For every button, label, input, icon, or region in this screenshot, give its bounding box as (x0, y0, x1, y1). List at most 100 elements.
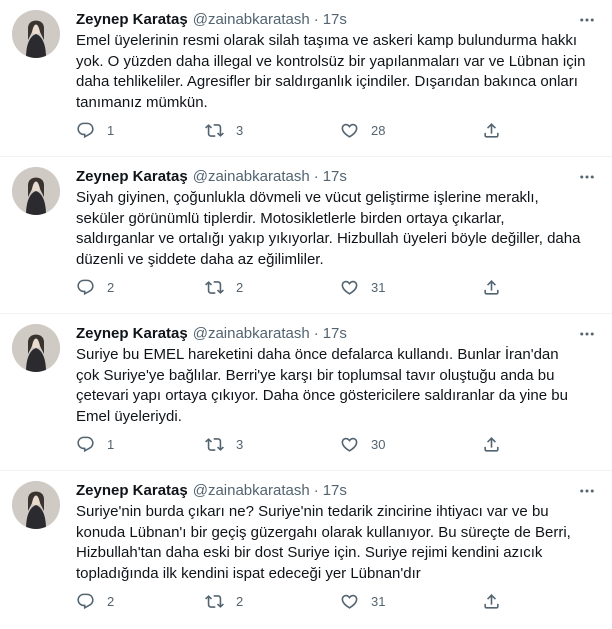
reply-button[interactable]: 1 (76, 118, 114, 142)
tweet-time[interactable]: 17s (323, 482, 347, 499)
tweet-actions: 2 2 31 (70, 589, 510, 613)
tweet-text-line: yok. O yüzden daha illegal ve kontrolsüz… (76, 52, 586, 70)
tweet-text-line: çetevari yapı ortaya çıkıyor. Daha önce … (76, 387, 568, 404)
share-upload-icon (484, 122, 499, 138)
like-button[interactable]: 31 (340, 275, 385, 299)
tweet-time[interactable]: 17s (323, 325, 347, 342)
like-count: 30 (371, 436, 386, 452)
tweet-text-line: düzenli ve şiddete daha az eğilimliler. (76, 250, 324, 268)
tweet-text-line: konuda Lübnan'ı bir geçiş güzergahı olar… (76, 523, 571, 541)
share-button[interactable] (482, 275, 501, 299)
avatar[interactable] (12, 324, 60, 372)
tweet-time[interactable]: 17s (323, 168, 347, 185)
tweet-text-line: Hizbullah'tan daha eski bir dost Suriye … (76, 544, 543, 561)
tweet-text-line: topladığında ilk kendini ispat edeceği y… (76, 564, 421, 582)
tweet-text-line: Suriye'nin burda çıkarı ne? Suriye'nin t… (76, 503, 549, 520)
more-dots-icon[interactable] (576, 167, 598, 187)
retweet-arrows-icon (205, 437, 224, 451)
tweet-text-line: daha tehlikeliler. Agresifler bir saldır… (76, 73, 578, 90)
reply-count: 1 (107, 122, 115, 138)
tweet[interactable]: Zeynep Karataş @zainabkaratash · 17s Sur… (0, 314, 612, 471)
tweet-text-line: çok Suriye'ye bağlılar. Berri'ye karşı b… (76, 366, 555, 384)
reply-count: 1 (107, 436, 115, 452)
reply-bubble-icon (77, 122, 94, 138)
avatar[interactable] (12, 167, 60, 215)
reply-button[interactable]: 2 (76, 589, 114, 613)
author-handle[interactable]: @zainabkaratash (193, 482, 310, 499)
retweet-button[interactable]: 3 (205, 118, 243, 142)
reply-bubble-icon (77, 279, 94, 295)
tweet-actions: 2 2 31 (70, 275, 510, 299)
share-button[interactable] (482, 432, 501, 456)
tweet-actions: 1 3 28 (70, 118, 510, 142)
author-handle[interactable]: @zainabkaratash (193, 325, 310, 342)
separator-dot: · (313, 481, 319, 499)
retweet-arrows-icon (205, 280, 224, 294)
tweet-text-line: seküler görünümlü tiplerdir. Motosikletl… (76, 209, 505, 227)
like-button[interactable]: 28 (340, 118, 385, 142)
tweet-text-line: Suriye bu EMEL hareketini daha önce defa… (76, 346, 559, 363)
avatar[interactable] (12, 481, 60, 529)
like-button[interactable]: 31 (340, 589, 385, 613)
share-button[interactable] (482, 589, 501, 613)
separator-dot: · (313, 167, 319, 185)
retweet-button[interactable]: 2 (205, 275, 243, 299)
tweet[interactable]: Zeynep Karataş @zainabkaratash · 17s Sur… (0, 471, 612, 628)
share-upload-icon (484, 436, 499, 452)
tweet-text-line: Emel üyelerinin resmi olarak silah taşım… (76, 32, 578, 49)
like-count: 31 (371, 593, 386, 609)
more-dots-icon[interactable] (576, 324, 598, 344)
heart-icon (341, 594, 358, 609)
tweet-text: Siyah giyinen, çoğunluklа dövmeli ve vüc… (76, 188, 580, 270)
tweet-text: Suriye'nin burda çıkarı ne? Suriye'nin t… (76, 502, 571, 584)
reply-bubble-icon (77, 436, 94, 452)
like-count: 28 (371, 122, 386, 138)
tweet-header: Zeynep Karataş @zainabkaratash · 17s (76, 480, 347, 500)
tweet[interactable]: Zeynep Karataş @zainabkaratash · 17s Siy… (0, 157, 612, 314)
author-handle[interactable]: @zainabkaratash (193, 11, 310, 28)
author-name[interactable]: Zeynep Karataş (76, 325, 188, 342)
author-handle[interactable]: @zainabkaratash (193, 168, 310, 185)
tweet-text-line: tanımanız mümkün. (76, 93, 208, 111)
tweet-text: Emel üyelerinin resmi olarak silah taşım… (76, 31, 586, 113)
retweet-arrows-icon (205, 594, 224, 608)
tweet-time[interactable]: 17s (323, 11, 347, 28)
separator-dot: · (313, 10, 319, 28)
heart-icon (341, 280, 358, 295)
tweet-timeline: Zeynep Karataş @zainabkaratash · 17s Eme… (0, 0, 612, 629)
reply-button[interactable]: 2 (76, 275, 114, 299)
retweet-button[interactable]: 2 (205, 589, 243, 613)
tweet-text-line: Siyah giyinen, çoğunluklа dövmeli ve vüc… (76, 189, 539, 206)
more-dots-icon[interactable] (576, 481, 598, 501)
author-name[interactable]: Zeynep Karataş (76, 482, 188, 499)
more-dots-icon[interactable] (576, 10, 598, 30)
avatar[interactable] (12, 10, 60, 58)
tweet-header: Zeynep Karataş @zainabkaratash · 17s (76, 166, 347, 186)
tweet-text-line: Emel üyeleriydi. (76, 407, 182, 425)
tweet-actions: 1 3 30 (70, 432, 510, 456)
share-upload-icon (484, 279, 499, 295)
retweet-arrows-icon (205, 123, 224, 137)
author-name[interactable]: Zeynep Karataş (76, 168, 188, 185)
retweet-button[interactable]: 3 (205, 432, 243, 456)
share-upload-icon (484, 593, 499, 609)
reply-count: 2 (107, 593, 115, 609)
tweet-header: Zeynep Karataş @zainabkaratash · 17s (76, 9, 347, 29)
separator-dot: · (313, 324, 319, 342)
author-name[interactable]: Zeynep Karataş (76, 11, 188, 28)
reply-button[interactable]: 1 (76, 432, 114, 456)
retweet-count: 3 (236, 436, 244, 452)
share-button[interactable] (482, 118, 501, 142)
like-count: 31 (371, 279, 386, 295)
like-button[interactable]: 30 (340, 432, 385, 456)
reply-bubble-icon (77, 593, 94, 609)
retweet-count: 2 (236, 593, 244, 609)
heart-icon (341, 437, 358, 452)
tweet-header: Zeynep Karataş @zainabkaratash · 17s (76, 323, 347, 343)
tweet-text: Suriye bu EMEL hareketini daha önce defa… (76, 345, 568, 427)
tweet[interactable]: Zeynep Karataş @zainabkaratash · 17s Eme… (0, 0, 612, 157)
heart-icon (341, 123, 358, 138)
reply-count: 2 (107, 279, 115, 295)
retweet-count: 2 (236, 279, 244, 295)
retweet-count: 3 (236, 122, 244, 138)
